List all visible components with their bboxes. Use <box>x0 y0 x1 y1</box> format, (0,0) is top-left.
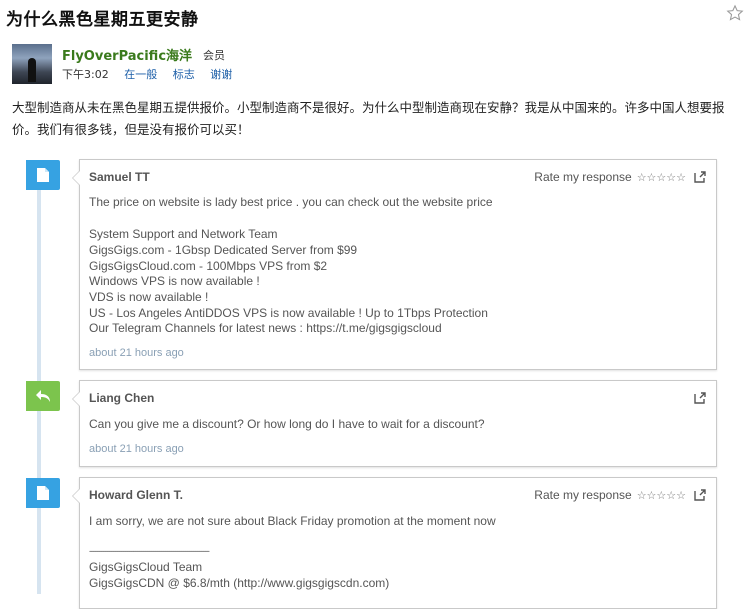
comment-badge <box>26 478 60 508</box>
rate-label: Rate my response <box>534 488 632 502</box>
category-link[interactable]: 在一般 <box>124 68 157 81</box>
rate-label: Rate my response <box>534 170 632 184</box>
comment-line: GigsGigsCDN @ $6.8/mth (http://www.gigsg… <box>89 576 390 590</box>
post-meta: 下午3:02 在一般 标志 谢谢 <box>62 66 244 82</box>
comment-line: GigsGigs.com - 1Gbsp Dedicated Server fr… <box>89 243 358 257</box>
share-icon[interactable] <box>694 391 707 404</box>
comment-author[interactable]: Liang Chen <box>89 391 154 405</box>
page-title: 为什么黑色星期五更安静 <box>6 10 199 30</box>
user-role: 会员 <box>203 49 225 62</box>
comment-line: GigsGigsCloud Team <box>89 560 203 574</box>
comment-divider: ----------------------------------------… <box>89 546 210 556</box>
document-icon <box>37 168 49 182</box>
rating-stars-icon[interactable]: ☆☆☆☆☆ <box>637 489 686 502</box>
rating-stars-icon[interactable]: ☆☆☆☆☆ <box>637 171 686 184</box>
avatar[interactable] <box>12 44 52 84</box>
favorite-star-icon[interactable] <box>726 4 744 22</box>
comment-card: Howard Glenn T. Rate my response ☆☆☆☆☆ I… <box>72 477 717 609</box>
username-link[interactable]: FlyOverPacific海洋 <box>62 45 192 64</box>
thanks-link[interactable]: 谢谢 <box>210 68 232 81</box>
share-icon[interactable] <box>694 170 707 183</box>
rate-response[interactable]: Rate my response ☆☆☆☆☆ <box>534 488 686 502</box>
comment-line: System Support and Network Team <box>89 227 278 241</box>
comment-line: US - Los Angeles AntiDDOS VPS is now ava… <box>89 306 488 320</box>
comment-author[interactable]: Howard Glenn T. <box>89 488 183 502</box>
post-time: 下午3:02 <box>62 68 109 81</box>
comment-line: I am sorry, we are not sure about Black … <box>89 514 496 528</box>
comment-line: The price on website is lady best price … <box>89 195 493 209</box>
comment-time[interactable]: about 21 hours ago <box>89 347 184 359</box>
comment-line: GigsGigsCloud.com - 100Mbps VPS from $2 <box>89 259 328 273</box>
document-icon <box>37 486 49 500</box>
comment-badge <box>26 381 60 411</box>
comment-time[interactable]: about 21 hours ago <box>89 443 184 455</box>
share-icon[interactable] <box>694 488 707 501</box>
comment-line: Windows VPS is now available ! <box>89 274 260 288</box>
flag-link[interactable]: 标志 <box>173 68 195 81</box>
post-body: 大型制造商从未在黑色星期五提供报价。小型制造商不是很好。为什么中型制造商现在安静… <box>12 100 725 137</box>
comment-line: VDS is now available ! <box>89 290 209 304</box>
comment-line: Our Telegram Channels for latest news : … <box>89 321 442 335</box>
thread-line <box>37 160 41 594</box>
reply-icon <box>36 390 50 402</box>
comment-author[interactable]: Samuel TT <box>89 170 150 184</box>
comment-line: Can you give me a discount? Or how long … <box>89 417 485 431</box>
comment-badge <box>26 160 60 190</box>
comment-card: Liang Chen Can you give me a discount? O… <box>72 380 717 467</box>
rate-response[interactable]: Rate my response ☆☆☆☆☆ <box>534 170 686 184</box>
comment-card: Samuel TT Rate my response ☆☆☆☆☆ The pri… <box>72 159 717 370</box>
